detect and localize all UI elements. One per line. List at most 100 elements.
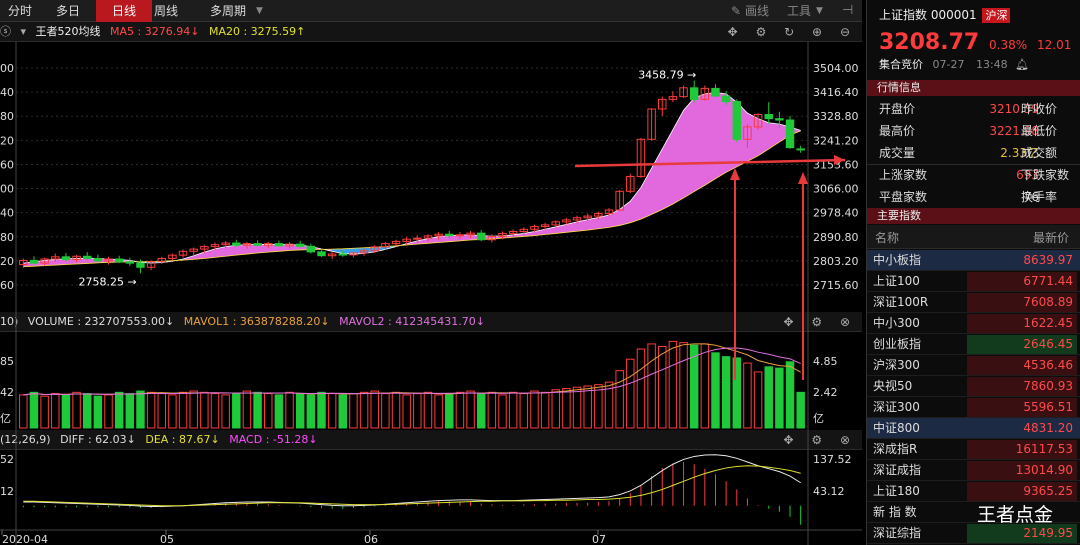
index-name: 新 指 数: [873, 505, 917, 519]
index-name: 上证180: [873, 484, 920, 498]
amount-label: 成交额: [1021, 146, 1058, 160]
index-row[interactable]: 上证100 6771.44: [867, 271, 1080, 292]
indices-header: 主要指数: [867, 208, 1080, 224]
candle-body: [274, 243, 284, 247]
volume-bar: [700, 343, 710, 429]
y-tick-label: 3241.20: [813, 134, 859, 147]
high-annotation: 3458.79 →: [638, 68, 696, 81]
mavol1-line: [23, 343, 801, 396]
volume-bar: [327, 393, 337, 429]
volume-bar: [391, 391, 401, 429]
macd-tick-label: 137.52: [813, 453, 852, 466]
index-price: 2646.45: [967, 335, 1077, 354]
index-row[interactable]: 深成指R 16117.53: [867, 439, 1080, 460]
volume-bar: [93, 395, 103, 429]
y-tick-label-left: 60: [0, 279, 14, 292]
volume-bar: [210, 393, 220, 429]
volume-bar: [668, 340, 678, 429]
volume-tick-label-left: 42: [0, 386, 14, 399]
volume-bar: [636, 348, 646, 429]
y-tick-label: 2715.60: [813, 279, 859, 292]
index-price: 4536.46: [967, 356, 1077, 375]
volume-bar: [370, 390, 379, 429]
volume-bar: [253, 391, 262, 429]
index-row[interactable]: 创业板指 2646.45: [867, 334, 1080, 355]
candle-body: [93, 257, 103, 262]
candle-body: [61, 256, 71, 261]
index-name: 中小300: [873, 316, 920, 330]
y-tick-label: 2978.40: [813, 207, 859, 220]
candle-body: [125, 261, 135, 264]
watermark: 王者点金: [977, 504, 1054, 526]
index-price: 7860.93: [967, 377, 1077, 396]
candle-body: [295, 243, 305, 247]
index-price: 8639.97: [967, 251, 1077, 270]
index-row[interactable]: 中小板指 8639.97: [867, 250, 1080, 271]
y-tick-label: 3416.40: [813, 86, 859, 99]
volume-bar: [476, 393, 486, 429]
volume-tick-label-left: 85: [0, 355, 14, 368]
index-name: 央视50: [873, 379, 913, 393]
volume-bar: [551, 389, 560, 429]
volume-bar: [114, 391, 124, 429]
volume-bar: [519, 393, 529, 429]
volume-bar: [775, 367, 784, 429]
volume-bar: [317, 391, 326, 429]
volume-bar: [200, 391, 209, 429]
high-label: 最高价: [879, 124, 916, 138]
change-pct: 0.38%: [989, 38, 1028, 52]
volume-bar: [306, 394, 316, 429]
index-row[interactable]: 深证100R 7608.89: [867, 292, 1080, 313]
candle-body: [689, 87, 699, 100]
prev-close-label: 昨收价: [1021, 102, 1058, 116]
volume-bar: [466, 390, 475, 429]
volume-tick-label: 亿: [813, 412, 824, 425]
bell-icon[interactable]: 🔔︎: [1015, 58, 1029, 71]
y-tick-label-left: 00: [0, 183, 14, 196]
y-tick-label-left: 80: [0, 231, 14, 244]
volume-tick-label: 4.85: [813, 355, 838, 368]
index-row[interactable]: 深证300 5596.51: [867, 397, 1080, 418]
volume-bar: [29, 391, 39, 429]
volume-bar: [583, 385, 592, 429]
volume-bar: [785, 361, 795, 429]
volume-bar: [168, 394, 177, 429]
y-tick-label-left: 40: [0, 86, 14, 99]
volume-bar: [146, 391, 156, 429]
volume-bar: [157, 393, 166, 429]
candle-body: [785, 119, 795, 149]
quote-time: 13:48: [975, 58, 1008, 71]
volume-bar: [338, 394, 348, 429]
index-row[interactable]: 上证180 9365.25: [867, 481, 1080, 502]
volume-bar: [264, 393, 273, 429]
volume-bar: [562, 388, 571, 429]
volume-bar: [540, 391, 550, 429]
volume-bar: [530, 390, 539, 429]
index-name: 上证100: [873, 274, 920, 288]
candle-body: [136, 262, 145, 268]
index-row[interactable]: 央视50 7860.93: [867, 376, 1080, 397]
y-tick-label: 3066.00: [813, 183, 859, 196]
volume-bar: [178, 391, 188, 429]
volume-bar: [434, 394, 443, 429]
index-row[interactable]: 中证800 4831.20: [867, 418, 1080, 439]
index-price: 16117.53: [967, 440, 1077, 459]
index-row[interactable]: 深证成指 13014.90: [867, 460, 1080, 481]
chart-area[interactable]: 3504.00003416.40403328.80803241.20203153…: [0, 0, 862, 545]
candle-body: [764, 114, 773, 120]
volume-bar: [764, 366, 773, 429]
index-row[interactable]: 中小300 1622.45: [867, 313, 1080, 334]
index-row[interactable]: 沪深300 4536.46: [867, 355, 1080, 376]
index-name: 沪深300: [873, 358, 920, 372]
volume-label: 成交量: [879, 146, 916, 160]
mavol2-line: [23, 347, 801, 396]
index-price: 9365.25: [967, 482, 1077, 501]
index-name: 中证800: [873, 421, 920, 435]
volume-bar: [381, 393, 390, 429]
volume-bar: [753, 371, 763, 429]
volume-bar: [572, 386, 582, 429]
volume-bar: [413, 393, 422, 429]
volume-bar: [615, 370, 624, 429]
candle-body: [445, 233, 454, 237]
divider: [867, 164, 1080, 165]
